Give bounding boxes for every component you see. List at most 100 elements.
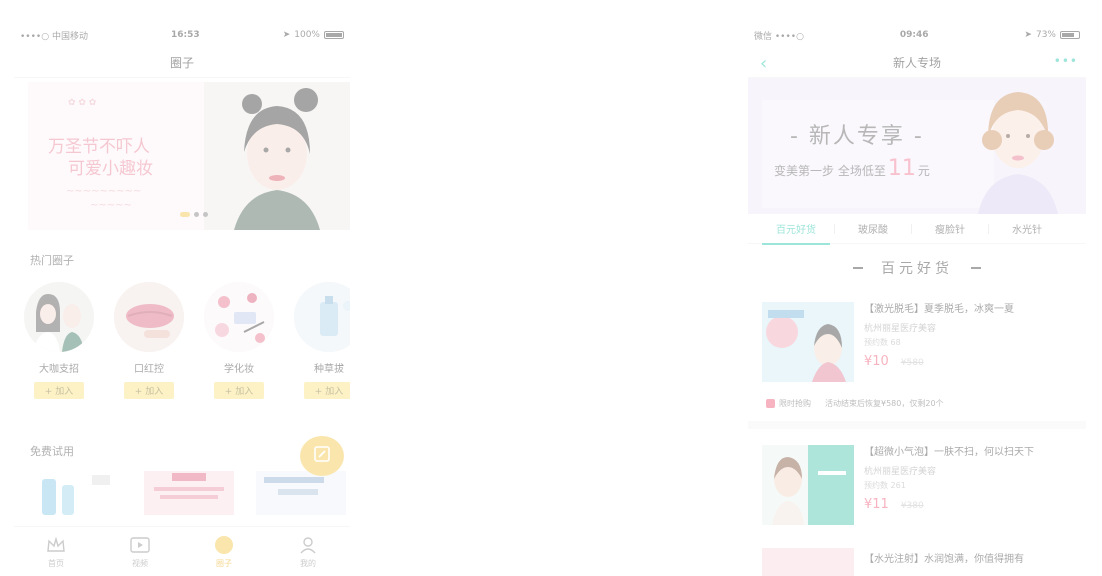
promo-banner[interactable]: ✿ ✿ ✿ 万圣节不吓人 可爱小趣妆 ~~~~~~~~~ ~~~~~ xyxy=(28,82,350,230)
title-dash xyxy=(853,267,863,269)
battery-icon xyxy=(1059,31,1080,39)
product-title: 【超微小气泡】一肤不扫，何以扫天下 xyxy=(864,447,1034,458)
carousel-dots[interactable] xyxy=(180,212,208,217)
circle-name: 学化妆 xyxy=(224,364,254,375)
category-tabs: 百元好货 玻尿酸 瘦脸针 水光针 xyxy=(748,214,1086,245)
banner-subtitle: 变美第一步 全场低至 11 元 xyxy=(774,156,930,181)
hot-circles-list: 大咖支招 + 加入 口红控 + 加入 学化妆 + 加入 种草拔 + 加入 xyxy=(24,282,350,399)
banner-subtitle-suffix: 元 xyxy=(917,164,930,178)
tab-hyaluronic[interactable]: 玻尿酸 xyxy=(835,221,911,236)
flash-sale-icon xyxy=(766,399,775,408)
video-icon xyxy=(129,535,151,555)
circle-item-lipstick[interactable]: 口红控 + 加入 xyxy=(114,282,184,399)
tab-label: 我的 xyxy=(300,558,316,568)
section-divider xyxy=(748,421,1086,429)
product-price: ¥11 xyxy=(864,497,889,512)
right-phone-screen: 微信 ••••○ 09:46 ➤ 73% ‹ 新人专场 ••• - 新人专享 -… xyxy=(748,0,1086,576)
circle-name: 种草拔 xyxy=(314,364,344,375)
banner-title: - 新人专享 - xyxy=(790,124,924,149)
battery-percent: 73% xyxy=(1035,30,1056,40)
circle-avatar xyxy=(294,282,350,352)
status-bar: 微信 ••••○ 09:46 ➤ 73% xyxy=(748,22,1086,48)
circle-item-makeup[interactable]: 学化妆 + 加入 xyxy=(204,282,274,399)
back-chevron-icon[interactable]: ‹ xyxy=(760,53,767,74)
nav-bar: 圈子 xyxy=(14,48,350,78)
location-icon: ➤ xyxy=(282,30,291,40)
carousel-dot[interactable] xyxy=(194,212,199,217)
hot-circles-title: 热门圈子 xyxy=(30,254,74,267)
circle-name: 口红控 xyxy=(134,364,164,375)
trial-item[interactable] xyxy=(144,471,234,515)
banner-subtitle-number: 11 xyxy=(887,156,916,181)
promo-text: 活动结束后恢复¥580，仅剩20个 xyxy=(825,399,944,408)
product-title-partial[interactable]: 【水光注射】水润饱满，你值得拥有 xyxy=(864,550,1024,565)
promo-note: 限时抢购 活动结束后恢复¥580，仅剩20个 xyxy=(766,398,1086,409)
tab-video[interactable]: 视频 xyxy=(110,535,170,569)
product-image xyxy=(762,302,854,382)
battery-percent: 100% xyxy=(294,30,320,40)
trial-item[interactable] xyxy=(256,471,346,515)
banner-photo xyxy=(204,82,350,230)
circle-name: 大咖支招 xyxy=(39,364,79,375)
product-hospital: 杭州丽星医疗美容 xyxy=(864,324,937,334)
circle-avatar xyxy=(204,282,274,352)
nav-bar: ‹ 新人专场 ••• xyxy=(748,48,1086,78)
edit-icon xyxy=(313,445,331,467)
product-hospital: 杭州丽星医疗美容 xyxy=(864,467,937,477)
carousel-dot[interactable] xyxy=(180,212,190,217)
tab-home[interactable]: 首页 xyxy=(26,535,86,569)
tab-label: 圈子 xyxy=(216,558,232,568)
product-title: 【激光脱毛】夏季脱毛，冰爽一夏 xyxy=(864,304,1014,315)
join-button[interactable]: + 加入 xyxy=(304,382,350,399)
trial-item[interactable] xyxy=(32,471,122,515)
product-old-price: ¥580 xyxy=(900,358,924,368)
banner-illustration xyxy=(978,92,1058,214)
circle-avatar xyxy=(24,282,94,352)
product-card[interactable]: 【超微小气泡】一肤不扫，何以扫天下 杭州丽星医疗美容 预约数 261 ¥11 ¥… xyxy=(762,445,1086,525)
tab-hundred-goods[interactable]: 百元好货 xyxy=(758,221,834,245)
circle-item-daka[interactable]: 大咖支招 + 加入 xyxy=(24,282,94,399)
title-dash xyxy=(971,267,981,269)
section-title-row: 百元好货 xyxy=(748,258,1086,278)
carrier-label: 微信 ••••○ xyxy=(754,31,804,42)
clock: 09:46 xyxy=(899,30,929,40)
circle-item-grass[interactable]: 种草拔 + 加入 xyxy=(294,282,350,399)
tab-circle[interactable]: 圈子 xyxy=(194,535,254,569)
product-old-price: ¥380 xyxy=(900,501,924,511)
page-title: 圈子 xyxy=(169,56,194,70)
more-dots-icon[interactable]: ••• xyxy=(1054,54,1078,68)
status-bar: ••••○ 中国移动 16:53 ➤ 100% xyxy=(14,22,350,48)
battery-icon xyxy=(323,31,344,39)
promo-tag: 限时抢购 xyxy=(779,399,811,408)
carousel-dot[interactable] xyxy=(203,212,208,217)
compose-button[interactable] xyxy=(300,436,344,476)
circle-avatar xyxy=(114,282,184,352)
clock: 16:53 xyxy=(171,30,200,40)
tab-me[interactable]: 我的 xyxy=(278,535,338,569)
trial-list xyxy=(32,471,350,515)
tab-label: 视频 xyxy=(132,558,148,568)
tab-face-slim[interactable]: 瘦脸针 xyxy=(912,221,988,236)
newcomer-banner[interactable]: - 新人专享 - 变美第一步 全场低至 11 元 xyxy=(748,78,1086,214)
join-button[interactable]: + 加入 xyxy=(124,382,174,399)
join-button[interactable]: + 加入 xyxy=(34,382,84,399)
tab-water-light[interactable]: 水光针 xyxy=(989,221,1065,236)
crown-icon xyxy=(45,535,67,555)
banner-decor-line-2: ~~~~~ xyxy=(90,200,132,211)
banner-decor-line: ~~~~~~~~~ xyxy=(66,186,142,197)
product-card[interactable]: 【激光脱毛】夏季脱毛，冰爽一夏 杭州丽星医疗美容 预约数 68 ¥10 ¥580 xyxy=(762,302,1086,382)
page-title: 新人专场 xyxy=(892,56,941,70)
product-image-partial[interactable] xyxy=(762,548,854,576)
user-icon xyxy=(297,535,319,555)
tab-label: 首页 xyxy=(48,558,64,568)
banner-decor-text: ✿ ✿ ✿ xyxy=(68,98,97,108)
product-price: ¥10 xyxy=(864,354,889,369)
join-button[interactable]: + 加入 xyxy=(214,382,264,399)
circle-icon xyxy=(213,535,235,555)
banner-subtitle-prefix: 变美第一步 全场低至 xyxy=(774,164,886,178)
product-sold-count: 预约数 68 xyxy=(864,338,901,347)
section-title: 百元好货 xyxy=(881,261,953,277)
carrier-label: ••••○ 中国移动 xyxy=(20,31,88,42)
banner-line-2: 可爱小趣妆 xyxy=(68,159,153,179)
bottom-tab-bar: 首页 视频 圈子 我的 xyxy=(14,526,350,576)
